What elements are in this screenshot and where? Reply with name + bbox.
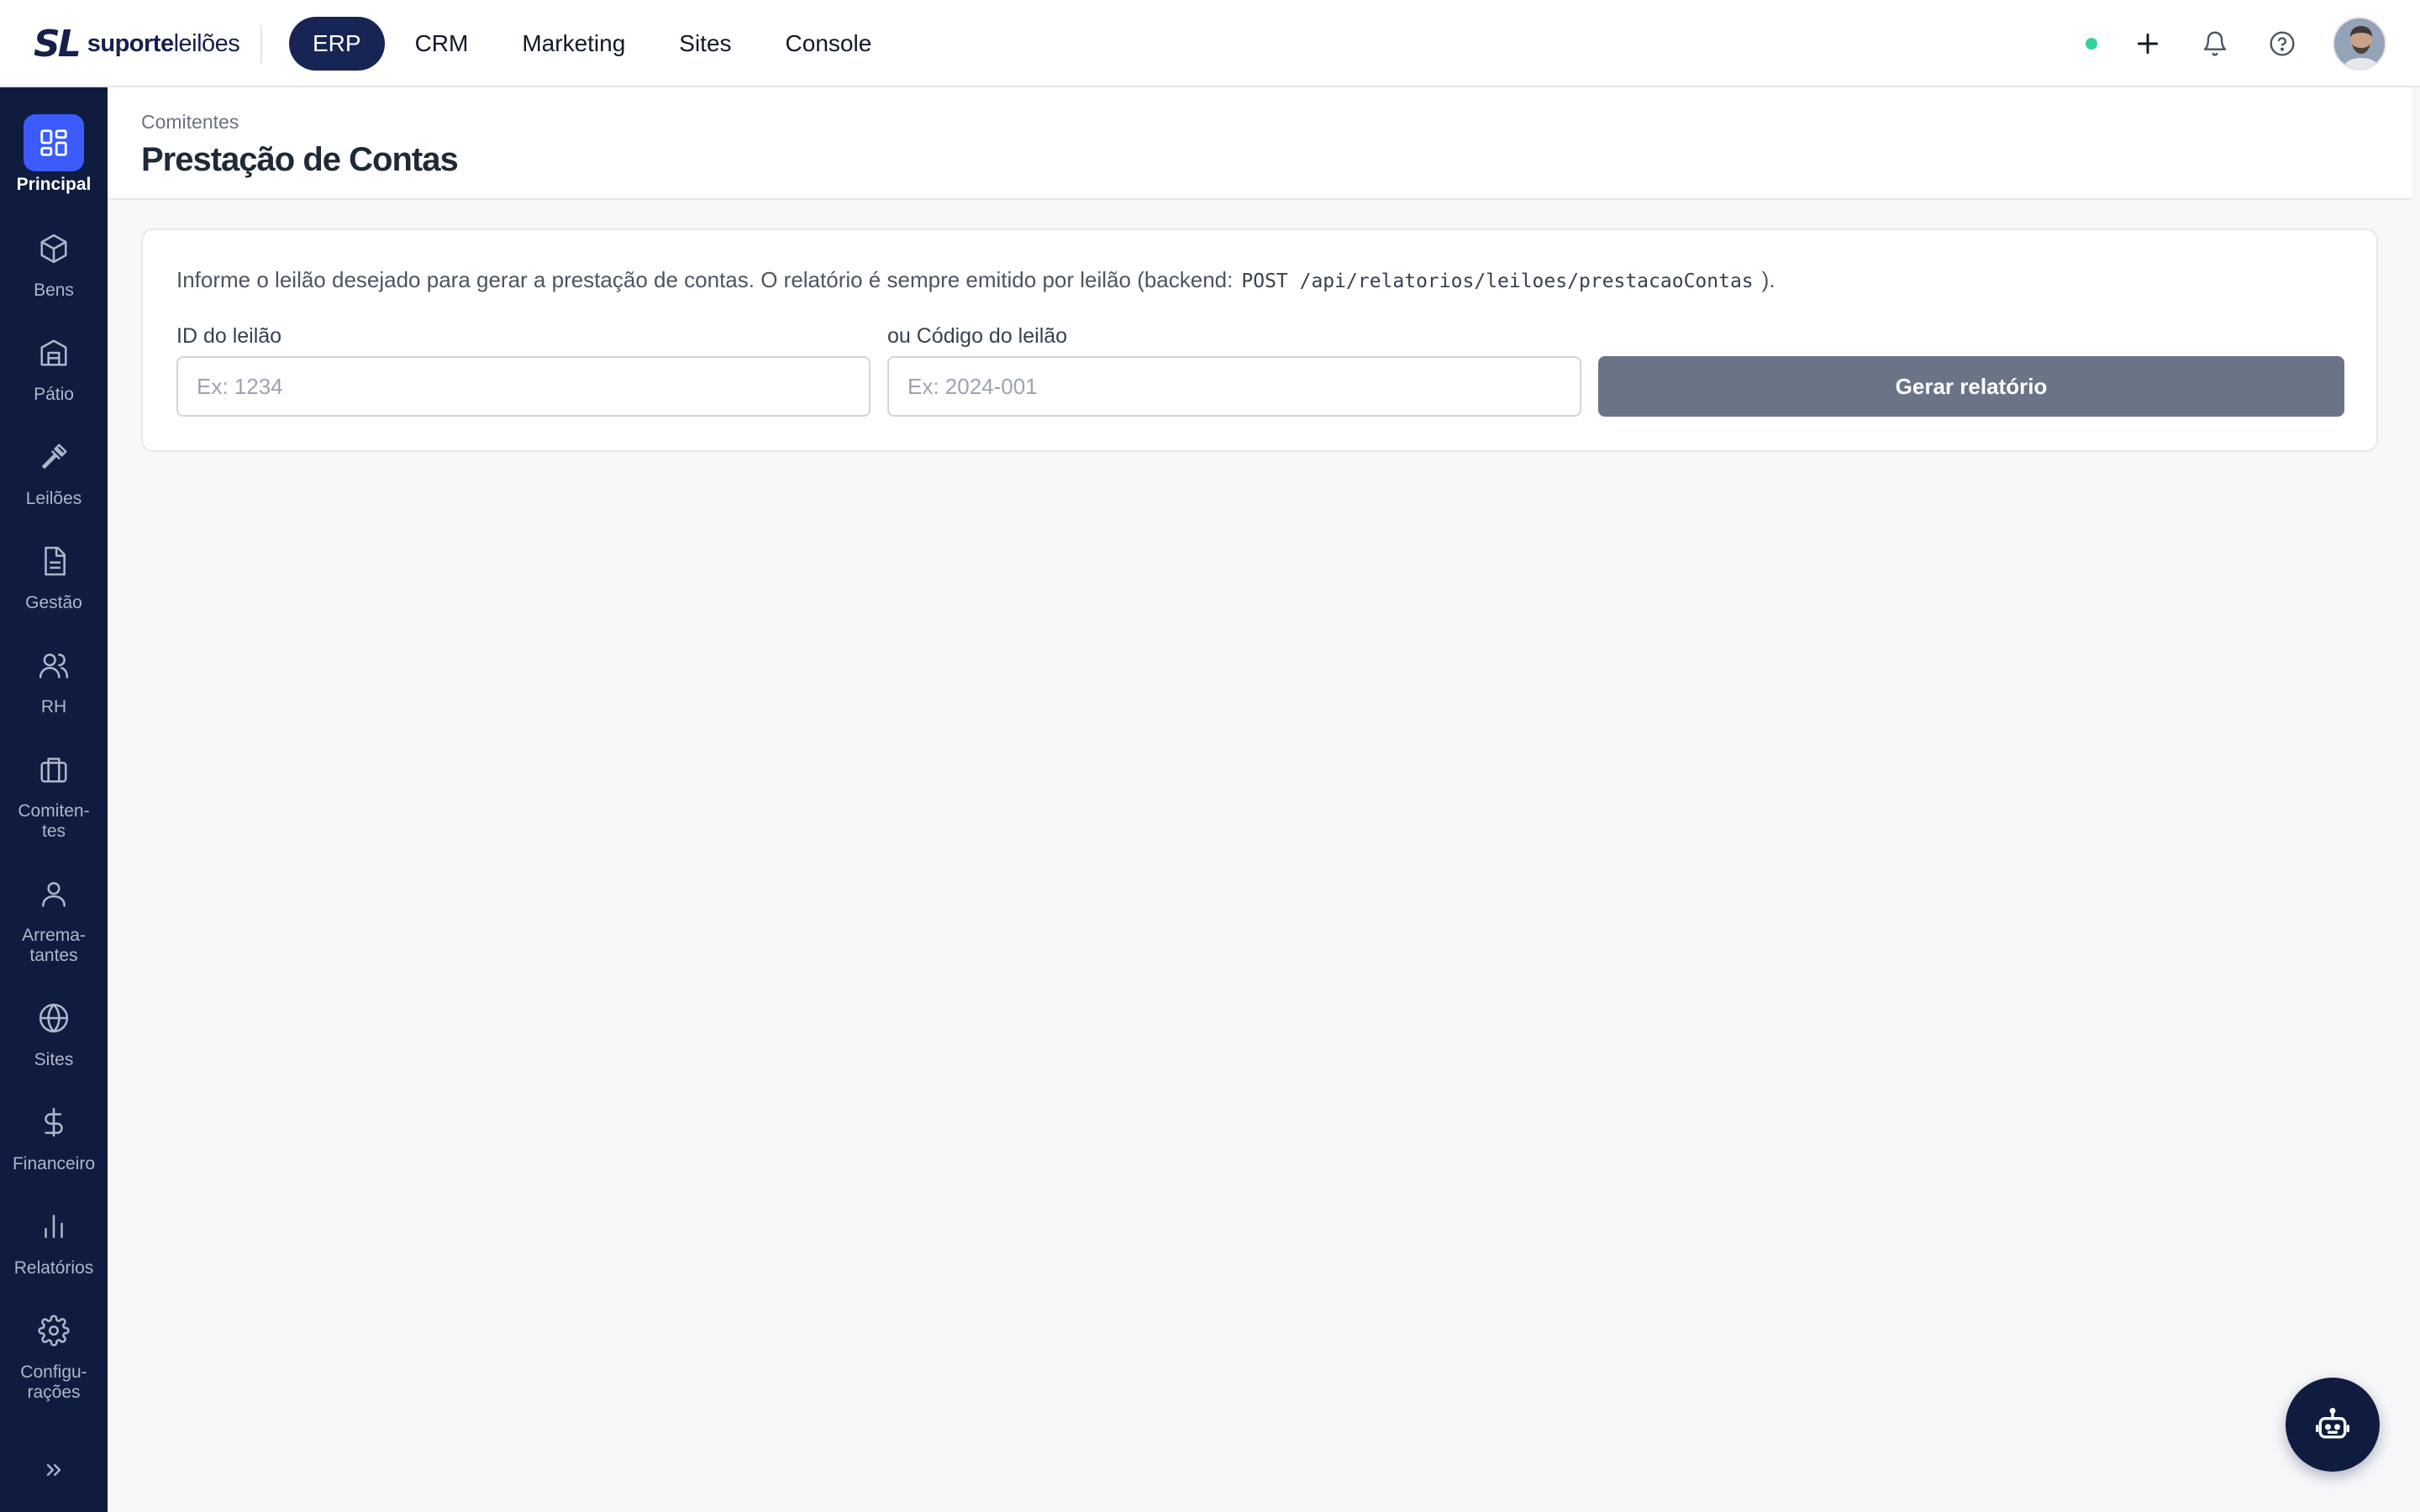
dollar-icon — [24, 1094, 84, 1151]
top-actions — [2086, 17, 2386, 71]
chevrons-right-icon — [46, 1464, 61, 1476]
sidebar-item-label: Pátio — [34, 385, 74, 404]
sidebar-item-gestao[interactable]: Gestão — [0, 533, 108, 613]
api-endpoint-code: POST /api/relatorios/leiloes/prestacaoCo… — [1241, 270, 1754, 292]
gavel-icon — [24, 428, 84, 486]
bar-chart-icon — [24, 1198, 84, 1255]
globe-icon — [24, 990, 84, 1047]
online-status-indicator — [2086, 38, 2097, 50]
dashboard-icon — [24, 114, 84, 171]
user-icon — [24, 865, 84, 922]
sidebar-item-patio[interactable]: Pátio — [0, 324, 108, 405]
user-avatar[interactable] — [2333, 17, 2386, 71]
document-icon — [24, 533, 84, 590]
sidebar-item-label: Bens — [34, 281, 74, 300]
sidebar-item-label: Configu- rações — [20, 1362, 87, 1402]
auction-id-input[interactable] — [176, 356, 871, 417]
nav-tab-crm[interactable]: CRM — [392, 17, 492, 71]
sidebar-item-label: Principal — [16, 175, 92, 194]
nav-tab-erp[interactable]: ERP — [289, 17, 385, 71]
bot-icon — [2316, 1408, 2349, 1439]
sidebar-item-arrematantes[interactable]: Arrema- tantes — [0, 865, 108, 966]
users-icon — [24, 637, 84, 694]
brand-mark: SL — [34, 22, 82, 66]
nav-tab-marketing[interactable]: Marketing — [498, 17, 649, 71]
nav-tab-console[interactable]: Console — [762, 17, 896, 71]
divider — [260, 25, 262, 64]
sidebar-item-label: RH — [40, 697, 67, 717]
sidebar-item-comitentes[interactable]: Comiten- tes — [0, 741, 108, 842]
module-nav: ERP CRM Marketing Sites Console — [289, 17, 895, 71]
sidebar-item-financeiro[interactable]: Financeiro — [0, 1094, 108, 1174]
sidebar-item-label: Gestão — [25, 593, 82, 612]
top-bar: SL suporteleilões ERP CRM Marketing Site… — [0, 0, 2420, 87]
assistant-chat-button[interactable] — [2286, 1378, 2380, 1472]
sidebar-item-label: Comiten- tes — [18, 801, 90, 841]
box-icon — [24, 220, 84, 277]
plus-icon — [2137, 33, 2159, 55]
sidebar-item-label: Sites — [34, 1050, 74, 1069]
form-instructions: Informe o leilão desejado para gerar a p… — [176, 267, 1776, 292]
sidebar-item-sites[interactable]: Sites — [0, 990, 108, 1070]
auction-code-label: ou Código do leilão — [887, 324, 1068, 348]
bell-icon — [2203, 31, 2227, 56]
warehouse-icon — [24, 324, 84, 381]
avatar-image — [2334, 18, 2385, 69]
brand-name: suporteleilões — [87, 29, 240, 57]
sidebar-item-bens[interactable]: Bens — [0, 220, 108, 301]
sidebar-item-leiloes[interactable]: Leilões — [0, 428, 108, 509]
help-circle-icon — [2270, 31, 2295, 56]
auction-id-label: ID do leilão — [176, 324, 282, 348]
breadcrumb[interactable]: Comitentes — [141, 111, 239, 134]
sidebar-item-relatorios[interactable]: Relatórios — [0, 1198, 108, 1278]
briefcase-icon — [24, 741, 84, 798]
nav-tab-sites[interactable]: Sites — [655, 17, 755, 71]
sidebar-item-label: Leilões — [25, 489, 82, 508]
sidebar-item-label: Arrema- tantes — [22, 926, 86, 965]
report-form-card: Informe o leilão desejado para gerar a p… — [141, 228, 2378, 452]
auction-code-input[interactable] — [887, 356, 1581, 417]
generate-report-button[interactable]: Gerar relatório — [1598, 356, 2344, 417]
notifications-button[interactable] — [2198, 27, 2232, 60]
sidebar-item-configuracoes[interactable]: Configu- rações — [0, 1302, 108, 1403]
sidebar: Principal Bens Pátio Leilões Gestão RH C… — [0, 87, 108, 1512]
help-button[interactable] — [2265, 27, 2299, 60]
page-title: Prestação de Contas — [141, 141, 459, 178]
brand-logo[interactable]: SL suporteleilões — [34, 22, 240, 66]
sidebar-item-rh[interactable]: RH — [0, 637, 108, 717]
sidebar-expand-button[interactable] — [37, 1453, 71, 1487]
add-button[interactable] — [2131, 27, 2165, 60]
page-header: Comitentes Prestação de Contas — [108, 87, 2412, 200]
sidebar-item-principal[interactable]: Principal — [0, 114, 108, 195]
sidebar-item-label: Financeiro — [12, 1154, 96, 1173]
gear-icon — [24, 1302, 84, 1359]
sidebar-item-label: Relatórios — [13, 1258, 94, 1278]
